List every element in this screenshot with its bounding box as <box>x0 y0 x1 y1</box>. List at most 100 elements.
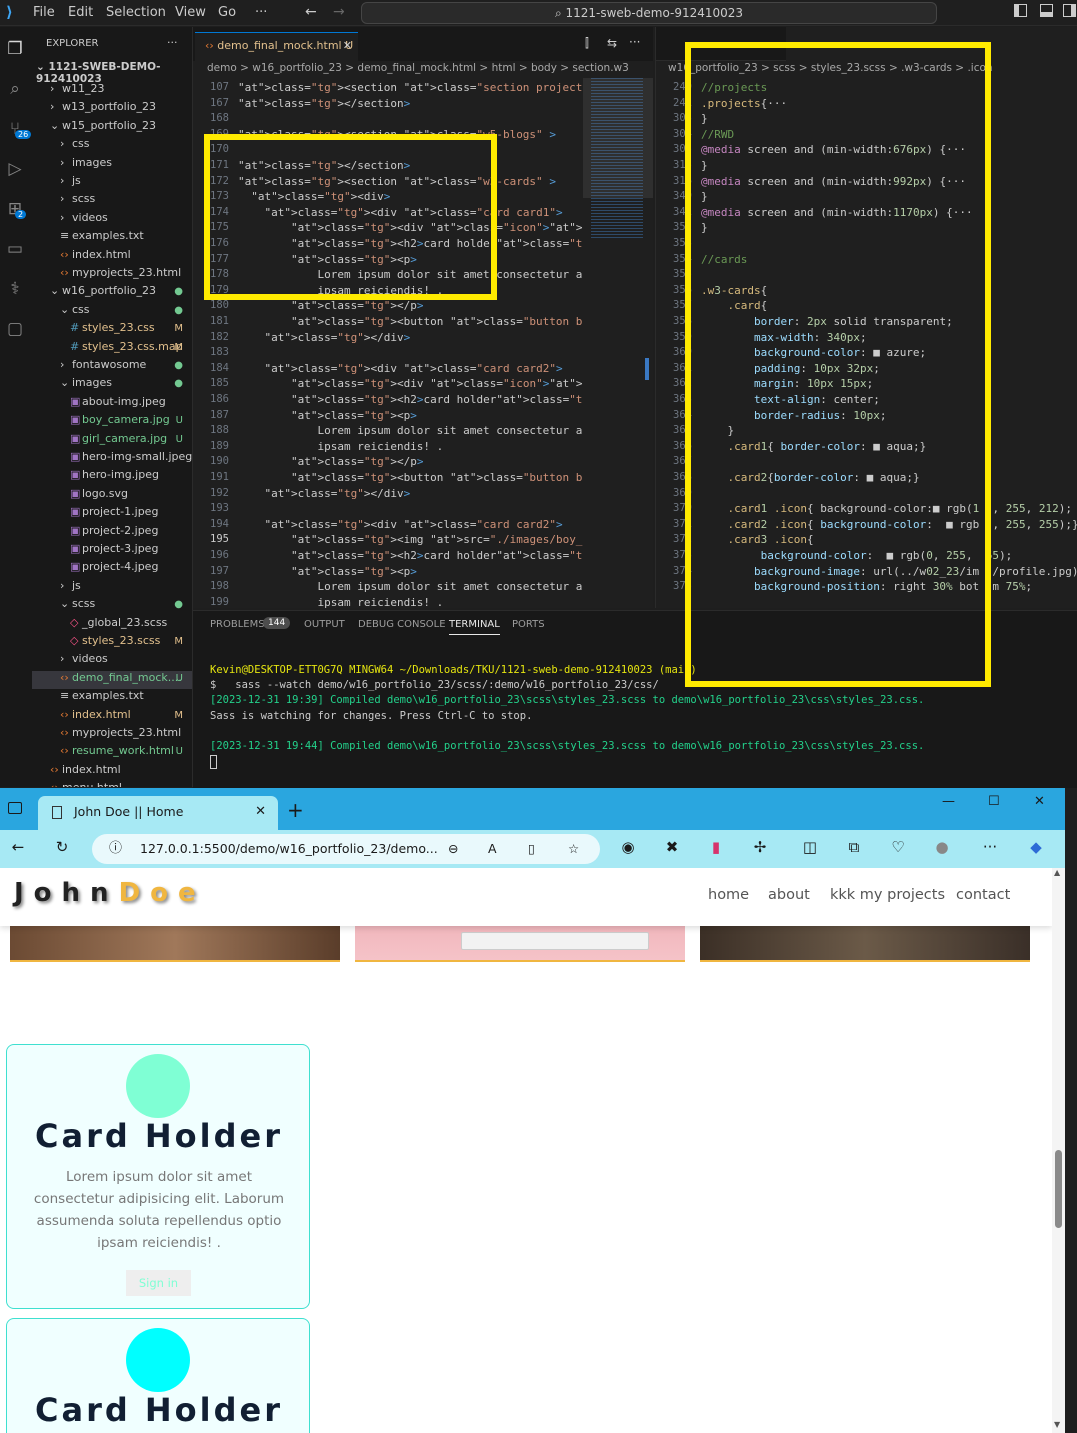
tree-item[interactable]: ‹› resume_work.html U <box>32 744 192 762</box>
nav-home[interactable]: home <box>708 887 749 903</box>
explorer-root-folder[interactable]: ⌄ 1121-SWEB-DEMO-912410023 <box>32 61 192 85</box>
menu-go[interactable]: Go <box>218 5 236 20</box>
tree-item[interactable]: › fontawosome ● <box>32 358 192 376</box>
refresh-icon[interactable]: ↻ <box>52 838 72 858</box>
tree-item[interactable]: ▣ girl_camera.jpg U <box>32 432 192 450</box>
tree-item[interactable]: ⌄ w16_portfolio_23 ● <box>32 284 192 302</box>
settings-more-icon[interactable]: ··· <box>980 838 1000 858</box>
maximize-icon[interactable]: ☐ <box>988 794 1000 809</box>
minimap[interactable] <box>583 78 653 608</box>
tree-item[interactable]: ▣ project-1.jpeg <box>32 505 192 523</box>
tree-item[interactable]: › images <box>32 156 192 174</box>
chat-icon[interactable]: ▢ <box>4 319 26 341</box>
tree-item[interactable]: ‹› myprojects_23.html <box>32 266 192 284</box>
tab-ports[interactable]: PORTS <box>512 619 545 630</box>
back-arrow-icon[interactable]: ← <box>305 4 317 20</box>
tree-item[interactable]: › css <box>32 137 192 155</box>
immersive-reader-icon[interactable]: ▯ <box>528 834 535 863</box>
sign-in-button[interactable]: Sign in <box>126 1270 191 1296</box>
close-icon[interactable]: ✕ <box>255 796 266 828</box>
menu-edit[interactable]: Edit <box>68 5 93 20</box>
window-close-icon[interactable]: ✕ <box>1034 794 1045 809</box>
toggle-panel-icon[interactable] <box>1040 4 1053 17</box>
tree-item[interactable]: › js <box>32 174 192 192</box>
tree-item[interactable]: # styles_23.css M <box>32 321 192 339</box>
menu-view[interactable]: View <box>175 5 206 20</box>
tab-problems[interactable]: PROBLEMS <box>210 619 265 630</box>
tree-item[interactable]: ≡ examples.txt <box>32 229 192 247</box>
profile-avatar-icon[interactable]: ● <box>932 838 952 858</box>
tree-item[interactable]: › videos <box>32 652 192 670</box>
search-icon[interactable]: ⌕ <box>4 79 26 101</box>
split-screen-icon[interactable]: ◫ <box>800 838 820 858</box>
address-bar[interactable]: ⓘ 127.0.0.1:5500/demo/w16_portfolio_23/d… <box>92 834 600 864</box>
editor-more-icon[interactable]: ··· <box>629 35 640 49</box>
extension-audio-icon[interactable]: ▮ <box>706 838 726 858</box>
site-logo[interactable]: JohnDoe <box>14 878 206 908</box>
tree-item[interactable]: › js <box>32 579 192 597</box>
browser-essentials-icon[interactable]: ♡ <box>888 838 908 858</box>
tree-item[interactable]: ▣ about-img.jpeg <box>32 395 192 413</box>
tree-item[interactable]: ⌄ images ● <box>32 376 192 394</box>
compare-icon[interactable]: ⇆ <box>607 36 617 50</box>
tree-item[interactable]: ‹› demo_final_mock.... U <box>32 670 192 689</box>
explorer-more-icon[interactable]: ··· <box>167 36 178 49</box>
tree-item[interactable]: # styles_23.css.map M <box>32 340 192 358</box>
tree-item[interactable]: › videos <box>32 211 192 229</box>
tree-item[interactable]: ▣ logo.svg <box>32 487 192 505</box>
python-icon[interactable]: ⚕ <box>4 279 26 301</box>
scroll-up-arrow-icon[interactable]: ▲ <box>1054 868 1060 877</box>
tab-terminal[interactable]: TERMINAL <box>449 619 500 635</box>
tree-item[interactable]: ◇ _global_23.scss <box>32 616 192 634</box>
extension-x-icon[interactable]: ✖ <box>662 838 682 858</box>
extension-chat-icon[interactable]: ◉ <box>618 838 638 858</box>
tree-item[interactable]: ◇ styles_23.scss M <box>32 634 192 652</box>
nav-projects[interactable]: kkk my projects <box>830 887 945 903</box>
run-debug-icon[interactable]: ▷ <box>4 159 26 181</box>
tree-item[interactable]: › w13_portfolio_23 <box>32 100 192 118</box>
scroll-down-arrow-icon[interactable]: ▼ <box>1054 1420 1060 1429</box>
tab-debug-console[interactable]: DEBUG CONSOLE <box>358 619 446 630</box>
tree-item[interactable]: ≡ examples.txt <box>32 689 192 707</box>
tree-item[interactable]: ▣ project-4.jpeg <box>32 560 192 578</box>
tree-item[interactable]: ▣ hero-img.jpeg <box>32 468 192 486</box>
toggle-sidebar-icon[interactable] <box>1014 4 1027 17</box>
toggle-secondary-sidebar-icon[interactable] <box>1063 4 1076 17</box>
favorite-star-icon[interactable]: ☆ <box>568 834 579 863</box>
new-tab-icon[interactable]: + <box>287 798 304 822</box>
zoom-icon[interactable]: ⊖ <box>448 834 458 863</box>
close-icon[interactable]: ✕ <box>343 33 352 59</box>
tree-item[interactable]: ▣ hero-img-small.jpeg <box>32 450 192 468</box>
tree-item[interactable]: ‹›menu.html <box>32 781 192 787</box>
split-editor-icon[interactable]: ⫿ <box>585 36 589 51</box>
tree-item[interactable]: › w11_23 <box>32 82 192 100</box>
tree-item[interactable]: ‹› index.html M <box>32 708 192 726</box>
scrollbar-thumb[interactable] <box>1055 1150 1062 1228</box>
browser-tab-home[interactable]: John Doe || Home ✕ <box>38 796 278 830</box>
tab-actions-icon[interactable] <box>8 802 22 814</box>
tree-item[interactable]: ▣ project-2.jpeg <box>32 524 192 542</box>
tree-item[interactable]: ⌄ scss ● <box>32 597 192 615</box>
nav-about[interactable]: about <box>768 887 810 903</box>
minimize-icon[interactable]: — <box>942 794 955 809</box>
back-arrow-icon[interactable]: ← <box>8 838 28 858</box>
remote-explorer-icon[interactable]: ▭ <box>4 239 26 261</box>
page-scrollbar[interactable]: ▲ ▼ <box>1052 868 1065 1433</box>
menu-file[interactable]: File <box>33 5 55 20</box>
nav-contact[interactable]: contact <box>956 887 1010 903</box>
read-aloud-icon[interactable]: A <box>488 834 497 863</box>
tab-demo-final-mock[interactable]: ‹› demo_final_mock.html U ✕ <box>195 32 358 62</box>
tree-item[interactable]: ⌄ w15_portfolio_23 <box>32 119 192 137</box>
menu-more[interactable]: ··· <box>255 5 267 20</box>
copilot-icon[interactable]: ◆ <box>1026 838 1046 858</box>
tree-item[interactable]: ‹› index.html <box>32 763 192 781</box>
tree-item[interactable]: ▣ boy_camera.jpg U <box>32 413 192 431</box>
tree-item[interactable]: ▣ project-3.jpeg <box>32 542 192 560</box>
collections-icon[interactable]: ⧉ <box>844 838 864 858</box>
tab-output[interactable]: OUTPUT <box>304 619 345 630</box>
tree-item[interactable]: ‹› index.html <box>32 248 192 266</box>
forward-arrow-icon[interactable]: → <box>333 4 345 20</box>
explorer-icon[interactable]: ❐ <box>4 39 26 61</box>
tree-item[interactable]: ⌄ css ● <box>32 303 192 321</box>
tree-item[interactable]: ‹› myprojects_23.html <box>32 726 192 744</box>
